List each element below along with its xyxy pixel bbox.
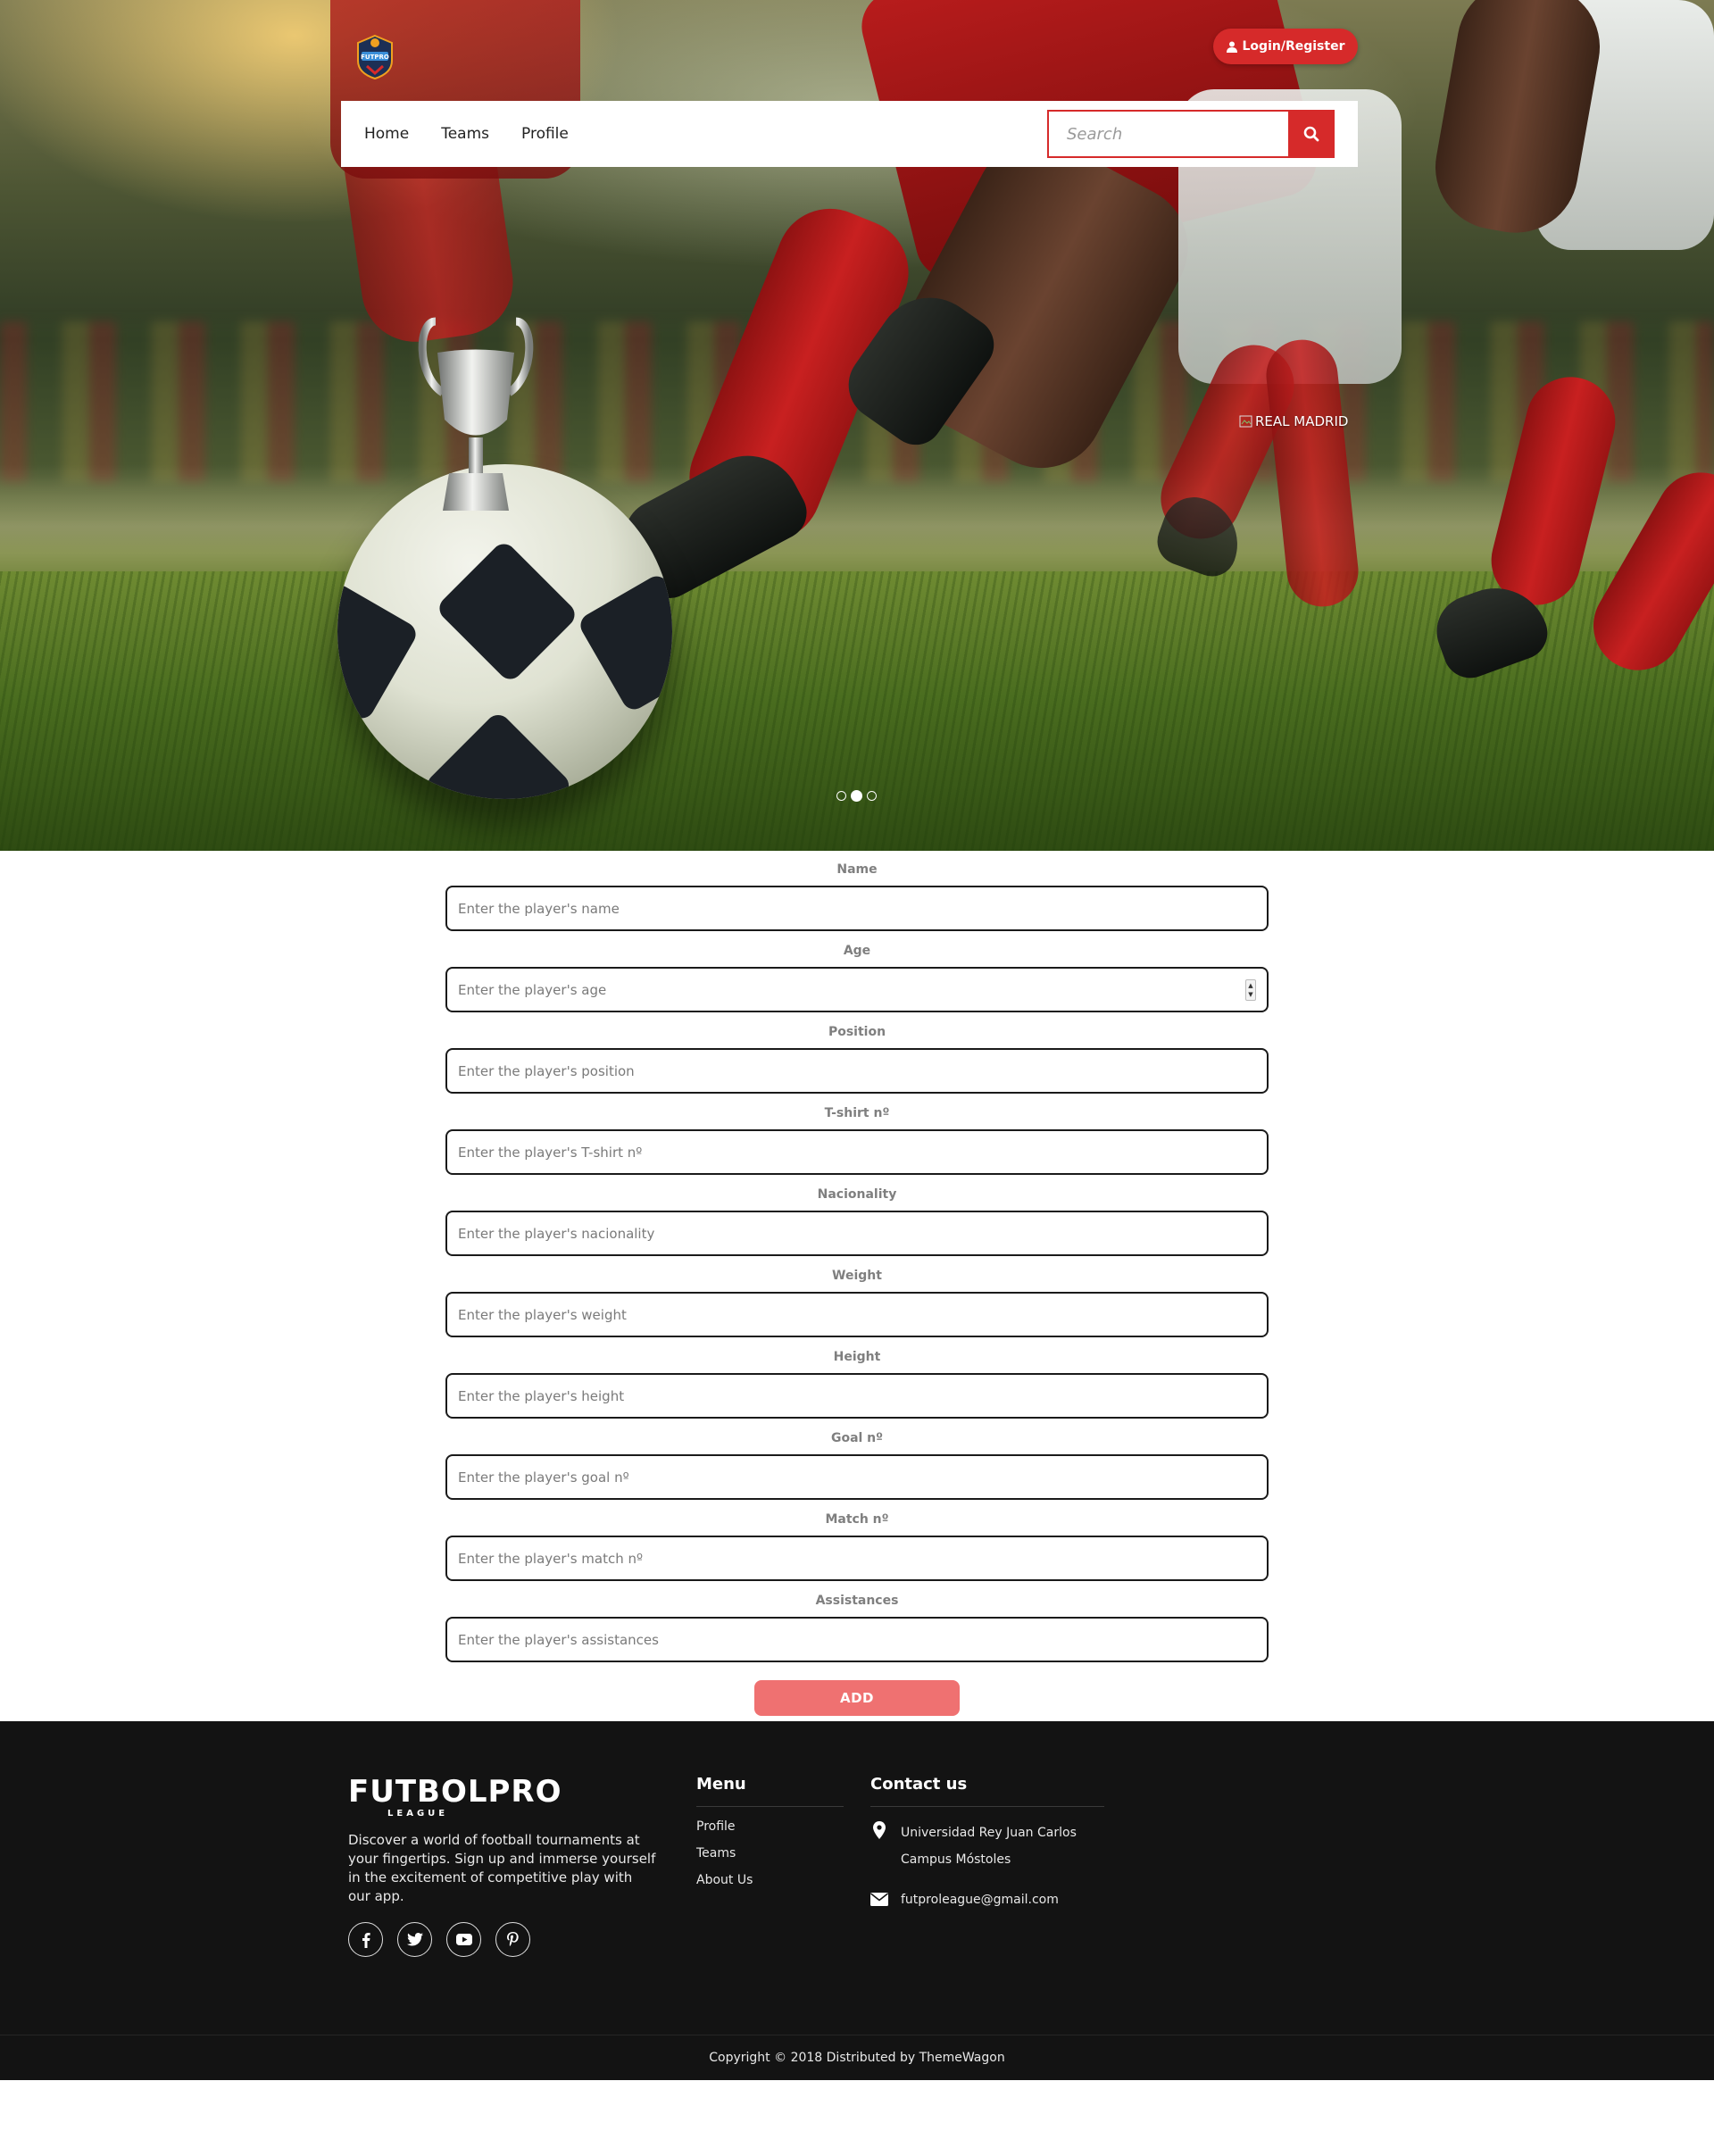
- player-height-input[interactable]: [447, 1375, 1267, 1417]
- hero-banner: FUTPRO Login/Register Home Teams Profile: [0, 0, 1714, 851]
- player-goals-input[interactable]: [447, 1456, 1267, 1498]
- copyright-bar: Copyright © 2018 Distributed by ThemeWag…: [0, 2035, 1714, 2080]
- youtube-icon[interactable]: [446, 1922, 481, 1957]
- carousel-dot-3[interactable]: [867, 791, 877, 801]
- contact-email-row: futproleague@gmail.com: [870, 1891, 1104, 1909]
- facebook-icon[interactable]: [348, 1922, 383, 1957]
- field-label: Age: [843, 944, 871, 958]
- team-logo-broken-image: REAL MADRID: [1239, 413, 1348, 429]
- pinterest-icon[interactable]: [495, 1922, 530, 1957]
- field-label: Goal nº: [830, 1431, 884, 1445]
- field-position: Position: [445, 1025, 1269, 1094]
- footer-link-profile[interactable]: Profile: [696, 1819, 870, 1834]
- futpro-logo-icon[interactable]: FUTPRO: [354, 34, 395, 80]
- user-icon: [1226, 41, 1237, 53]
- footer-contact-title: Contact us: [870, 1775, 1104, 1807]
- search-icon: [1303, 126, 1319, 142]
- player-tshirt-input[interactable]: [447, 1131, 1267, 1173]
- carousel-dot-1[interactable]: [836, 791, 846, 801]
- contact-address: Universidad Rey Juan Carlos Campus Mósto…: [901, 1826, 1077, 1867]
- field-assistances: Assistances: [445, 1594, 1269, 1662]
- player-position-input[interactable]: [447, 1050, 1267, 1092]
- age-stepper[interactable]: ▲ ▼: [1245, 979, 1256, 1001]
- nav-item-home[interactable]: Home: [364, 125, 409, 143]
- field-goals: Goal nº: [445, 1431, 1269, 1500]
- field-tshirt: T-shirt nº: [445, 1106, 1269, 1175]
- footer-description: Discover a world of football tournaments…: [348, 1832, 656, 1904]
- social-links: [348, 1922, 696, 1957]
- footer-contact: Contact us Universidad Rey Juan Carlos C…: [870, 1775, 1104, 1957]
- copyright-text: Copyright © 2018 Distributed by ThemeWag…: [709, 2051, 1005, 2065]
- field-matches: Match nº: [445, 1512, 1269, 1581]
- footer-menu-title: Menu: [696, 1775, 844, 1807]
- player-assistances-input[interactable]: [447, 1619, 1267, 1661]
- add-button[interactable]: ADD: [754, 1680, 960, 1716]
- contact-address-row: Universidad Rey Juan Carlos Campus Mósto…: [870, 1819, 1104, 1873]
- broken-image-alt-text: REAL MADRID: [1255, 413, 1349, 429]
- player-matches-input[interactable]: [447, 1537, 1267, 1579]
- search-button[interactable]: [1288, 110, 1335, 158]
- field-nationality: Nacionality: [445, 1187, 1269, 1256]
- footer-about: FUTBOLPRO LEAGUE Discover a world of foo…: [348, 1775, 696, 1957]
- field-label: Height: [833, 1350, 881, 1364]
- login-register-button[interactable]: Login/Register: [1213, 29, 1358, 64]
- field-age: Age ▲▼: [445, 944, 1269, 1012]
- twitter-icon[interactable]: [397, 1922, 432, 1957]
- footer-link-about-us[interactable]: About Us: [696, 1873, 870, 1887]
- field-weight: Weight: [445, 1269, 1269, 1337]
- search-input[interactable]: [1047, 110, 1288, 158]
- envelope-icon: [870, 1893, 888, 1906]
- field-label: Assistances: [815, 1594, 899, 1608]
- footer: FUTBOLPRO LEAGUE Discover a world of foo…: [0, 1721, 1714, 2080]
- main-navbar: Home Teams Profile: [341, 101, 1358, 167]
- footer-logo-main: FUTBOLPRO: [348, 1774, 562, 1810]
- footer-link-teams[interactable]: Teams: [696, 1846, 870, 1860]
- field-label: T-shirt nº: [824, 1106, 890, 1120]
- svg-text:FUTPRO: FUTPRO: [361, 54, 389, 61]
- field-height: Height: [445, 1350, 1269, 1419]
- player-weight-input[interactable]: [447, 1294, 1267, 1336]
- carousel-indicators: [836, 790, 877, 802]
- trophy-icon: [418, 317, 534, 511]
- field-label: Nacionality: [817, 1187, 897, 1202]
- carousel-dot-2[interactable]: [851, 790, 862, 802]
- contact-email[interactable]: futproleague@gmail.com: [901, 1891, 1059, 1909]
- nav-item-profile[interactable]: Profile: [521, 125, 569, 143]
- player-name-input[interactable]: [447, 887, 1267, 929]
- search-bar: [1047, 110, 1335, 158]
- footer-logo[interactable]: FUTBOLPRO LEAGUE: [348, 1775, 696, 1819]
- field-label: Match nº: [825, 1512, 889, 1527]
- add-player-form: Name Age ▲▼ Position T-shirt nº Nacional…: [445, 851, 1269, 1721]
- player-age-input[interactable]: [447, 969, 1267, 1011]
- field-label: Position: [828, 1025, 886, 1039]
- footer-menu: Menu Profile Teams About Us: [696, 1775, 870, 1957]
- field-name: Name: [445, 862, 1269, 931]
- login-register-label: Login/Register: [1242, 39, 1345, 54]
- broken-image-icon: [1239, 415, 1252, 428]
- map-marker-icon: [873, 1821, 886, 1839]
- footer-logo-sub: LEAGUE: [387, 1809, 449, 1819]
- field-label: Weight: [832, 1269, 882, 1283]
- nav-item-teams[interactable]: Teams: [441, 125, 489, 143]
- player-nationality-input[interactable]: [447, 1212, 1267, 1254]
- field-label: Name: [836, 862, 878, 877]
